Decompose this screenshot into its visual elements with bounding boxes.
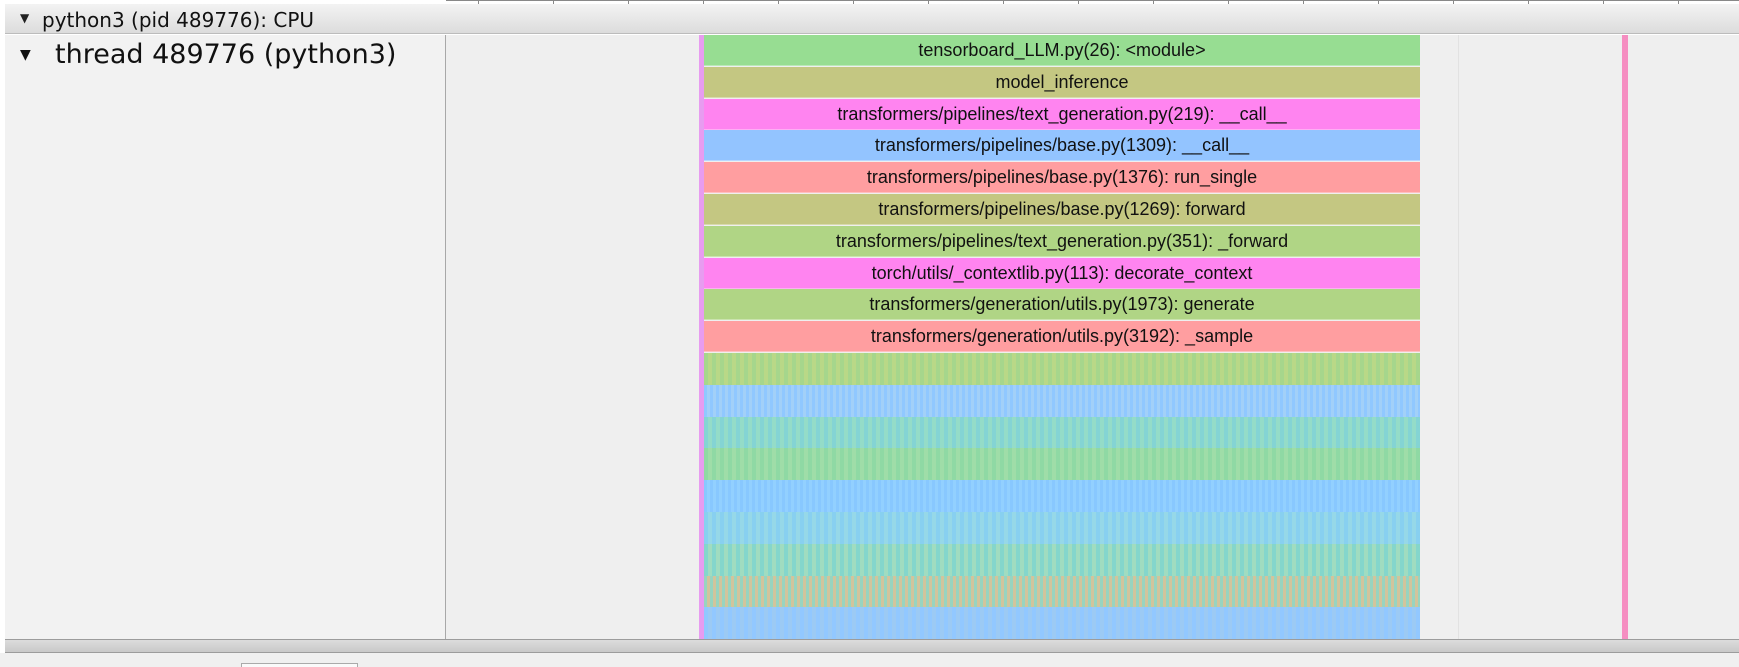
process-title: python3 (pid 489776): CPU (42, 8, 315, 32)
slice-end-marker (1622, 35, 1628, 639)
flame-frame[interactable]: transformers/pipelines/base.py(1376): ru… (704, 162, 1420, 194)
flame-frame-dense[interactable] (704, 607, 1420, 639)
flame-frame-dense[interactable] (704, 353, 1420, 385)
profiler-window: ▼ python3 (pid 489776): CPU ▼ thread 489… (0, 0, 1739, 667)
slice-start-marker (699, 35, 704, 639)
grid-line (1458, 35, 1459, 639)
flame-frame[interactable]: transformers/generation/utils.py(1973): … (704, 289, 1420, 321)
flame-frame[interactable]: transformers/pipelines/base.py(1309): __… (704, 130, 1420, 162)
flame-frame[interactable]: transformers/generation/utils.py(3192): … (704, 321, 1420, 353)
thread-label-panel: ▼ thread 489776 (python3) (5, 35, 446, 639)
flame-frame-dense[interactable] (704, 416, 1420, 449)
flame-frame-dense[interactable] (704, 480, 1420, 513)
collapse-triangle-icon[interactable]: ▼ (20, 11, 29, 25)
thread-track[interactable]: tensorboard_LLM.py(26): <module> model_in… (446, 35, 1739, 639)
flame-frame-dense[interactable] (704, 448, 1420, 481)
flame-frame[interactable]: model_inference (704, 66, 1420, 98)
horizontal-splitter[interactable] (5, 639, 1739, 653)
flame-frame-dense[interactable] (704, 384, 1420, 417)
flame-frame[interactable]: transformers/pipelines/base.py(1269): fo… (704, 194, 1420, 225)
collapse-triangle-icon[interactable]: ▼ (20, 47, 31, 63)
flame-frame-dense[interactable] (704, 543, 1420, 576)
bottom-tab[interactable] (241, 663, 358, 667)
flame-frame[interactable]: tensorboard_LLM.py(26): <module> (704, 35, 1420, 66)
flame-frame-dense[interactable] (704, 512, 1420, 544)
flame-frame[interactable]: transformers/pipelines/text_generation.p… (704, 225, 1420, 257)
flame-frame-dense[interactable] (704, 575, 1420, 608)
process-track-header[interactable]: ▼ python3 (pid 489776): CPU (5, 4, 1739, 34)
flame-frame[interactable]: torch/utils/_contextlib.py(113): decorat… (704, 257, 1420, 289)
thread-title: thread 489776 (python3) (55, 39, 397, 70)
flame-frame[interactable]: transformers/pipelines/text_generation.p… (704, 98, 1420, 130)
